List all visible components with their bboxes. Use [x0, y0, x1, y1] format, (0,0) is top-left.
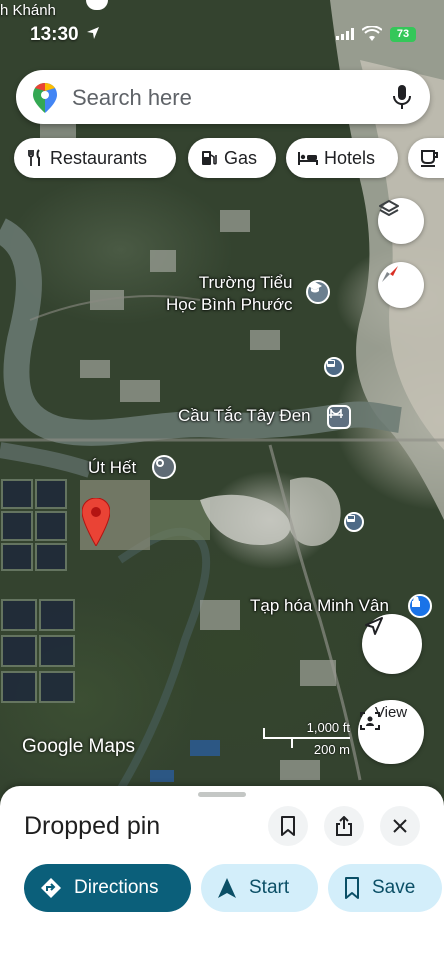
wifi-icon — [362, 26, 382, 41]
restaurant-icon — [28, 149, 40, 166]
share-button[interactable] — [324, 806, 364, 846]
gas-station-icon — [202, 151, 217, 165]
bridge-icon[interactable] — [327, 405, 351, 429]
save-label: Save — [372, 877, 416, 898]
battery-indicator: 73 — [390, 27, 416, 42]
coffee-icon — [421, 150, 438, 167]
school-poi-icon[interactable] — [306, 280, 330, 304]
close-button[interactable] — [380, 806, 420, 846]
bus-stop-icon[interactable] — [324, 357, 344, 377]
place-title: Dropped pin — [24, 812, 161, 840]
close-icon — [393, 819, 407, 833]
compass-icon — [382, 266, 398, 282]
signal-icon — [336, 28, 354, 40]
directions-label: Directions — [74, 877, 159, 898]
start-label: Start — [249, 877, 290, 898]
google-maps-logo-icon — [33, 83, 57, 113]
layers-icon — [379, 200, 399, 216]
map-label-top: h Khánh — [0, 2, 56, 19]
chip-gas[interactable]: Gas — [188, 138, 276, 178]
bookmark-button[interactable] — [268, 806, 308, 846]
location-poi-icon[interactable] — [152, 455, 176, 479]
navigation-arrow-icon — [365, 617, 383, 635]
chip-label: Restaurants — [50, 147, 148, 168]
hotel-icon — [298, 152, 318, 165]
location-arrow-icon — [87, 27, 99, 39]
label-school[interactable]: Trường Tiểu Học Bình Phước — [166, 272, 292, 316]
save-bookmark-icon — [345, 877, 359, 899]
status-time: 13:30 — [30, 24, 79, 45]
map-pin-top-fragment — [86, 0, 108, 10]
search-input[interactable]: Search here — [72, 85, 192, 111]
chip-hotels[interactable]: Hotels — [286, 138, 398, 178]
scale-meters: 200 m — [313, 742, 350, 757]
directions-icon — [41, 878, 61, 898]
label-bridge[interactable]: Cầu Tắc Tây Đen — [178, 406, 311, 426]
navigation-start-icon — [218, 878, 236, 898]
compass-button[interactable] — [378, 262, 424, 308]
bus-stop-icon[interactable] — [344, 512, 364, 532]
label-ut-het[interactable]: Út Hết — [88, 458, 136, 478]
microphone-icon[interactable] — [392, 84, 412, 110]
category-chips: Restaurants Gas Hotels — [14, 138, 444, 178]
label-store[interactable]: Tạp hóa Minh Vân — [250, 596, 389, 616]
chip-restaurants[interactable]: Restaurants — [14, 138, 176, 178]
bookmark-icon — [281, 816, 295, 836]
scale-feet: 1,000 ft — [306, 720, 350, 735]
chip-coffee[interactable] — [408, 138, 444, 178]
search-bar[interactable]: Search here — [16, 70, 430, 124]
my-location-button[interactable] — [362, 614, 422, 674]
google-maps-attribution: Google Maps — [22, 736, 136, 757]
status-bar: h Khánh 13:30 73 — [0, 0, 444, 52]
street-view-icon — [360, 712, 380, 730]
layers-button[interactable] — [378, 198, 424, 244]
map-scale: 1,000 ft 200 m — [262, 720, 352, 760]
chip-label: Hotels — [324, 147, 376, 168]
store-poi-icon[interactable] — [408, 594, 432, 618]
share-icon — [336, 816, 352, 836]
sheet-drag-handle[interactable] — [198, 792, 246, 797]
chip-label: Gas — [224, 147, 258, 168]
place-bottom-sheet[interactable]: Dropped pin Directions Start Save — [0, 786, 444, 960]
save-button[interactable]: Save — [328, 864, 442, 912]
start-button[interactable]: Start — [201, 864, 318, 912]
street-view-button[interactable]: View — [358, 700, 424, 764]
directions-button[interactable]: Directions — [24, 864, 191, 912]
